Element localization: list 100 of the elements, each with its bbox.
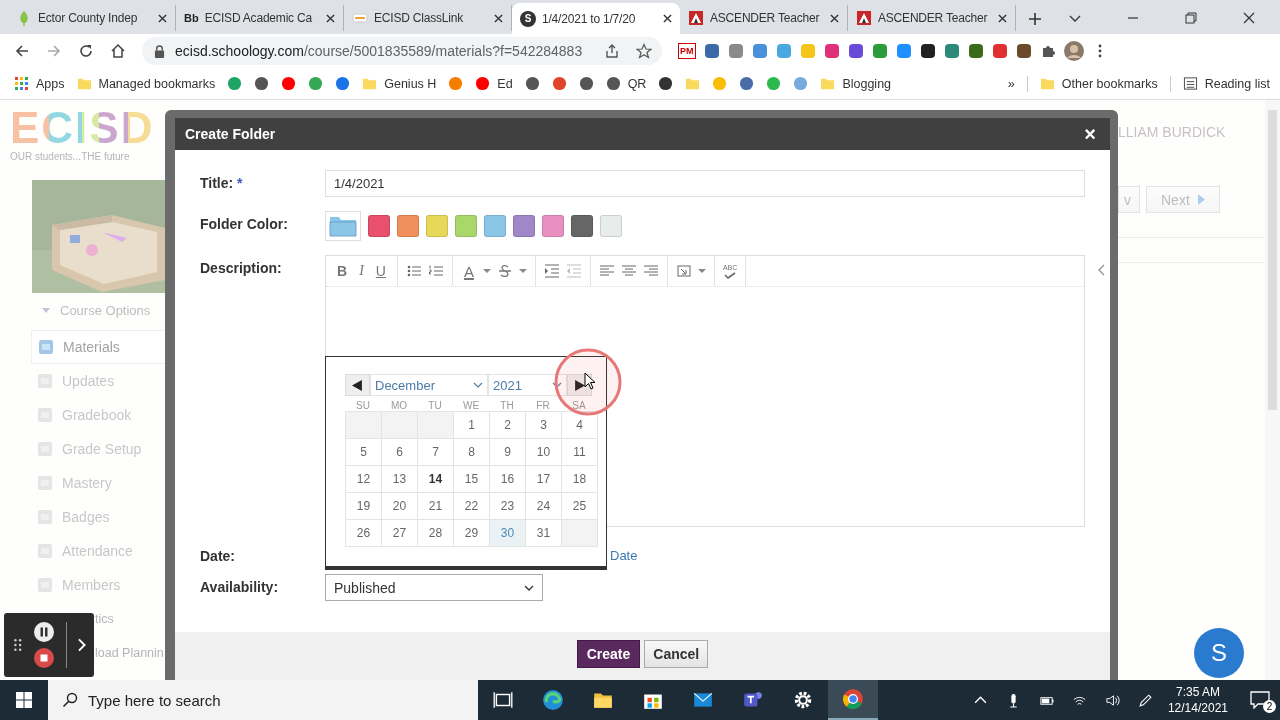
scrollbar[interactable] [1265, 100, 1280, 680]
calendar-day[interactable]: 14 [418, 466, 454, 493]
bookmark[interactable]: Ed [475, 76, 513, 91]
star-icon[interactable] [636, 43, 652, 59]
windows-logo-icon[interactable] [16, 692, 32, 708]
bookmark[interactable]: Blogging [820, 76, 892, 91]
bookmark[interactable]: QR [605, 76, 647, 91]
site-icon[interactable] [578, 76, 594, 91]
calendar-day[interactable]: 7 [418, 439, 454, 466]
bookmark[interactable]: Genius H [362, 76, 437, 91]
calendar-day[interactable]: 26 [346, 520, 382, 547]
font-color-button[interactable]: A [460, 262, 477, 280]
browser-tab[interactable]: ECISD ClassLink [344, 5, 512, 31]
site-icon[interactable] [524, 76, 540, 91]
calendar-day[interactable]: 18 [562, 466, 598, 493]
chevron-left-icon[interactable] [1098, 264, 1106, 276]
calendar-day[interactable]: 24 [526, 493, 562, 520]
indent-icon[interactable] [543, 263, 560, 279]
speaker-icon[interactable] [1104, 692, 1120, 708]
browser-tab[interactable]: Bb ECISD Academic Ca [176, 5, 344, 31]
format-button[interactable]: B [334, 263, 351, 279]
taskbar-search-field[interactable]: Type here to search [48, 680, 478, 720]
gear-icon[interactable] [792, 689, 814, 711]
close-icon[interactable] [158, 13, 167, 23]
close-button[interactable]: × [1080, 124, 1100, 144]
calendar-day[interactable]: 8 [454, 439, 490, 466]
share-icon[interactable] [604, 43, 620, 59]
pen-icon[interactable] [1137, 692, 1153, 708]
restore-icon[interactable] [1184, 11, 1198, 25]
calendar-day[interactable]: 21 [418, 493, 454, 520]
browser-tab[interactable]: ASCENDER Teacher [680, 5, 848, 31]
month-select[interactable]: December [370, 374, 488, 396]
bookmark[interactable]: Apps [14, 76, 65, 91]
color-swatch[interactable] [542, 215, 564, 237]
calendar-day[interactable]: 2 [490, 412, 526, 439]
color-swatch[interactable] [426, 215, 448, 237]
format-button[interactable]: U [372, 263, 389, 279]
drag-handle-icon[interactable] [14, 638, 22, 652]
calendar-day[interactable]: 16 [490, 466, 526, 493]
calendar-day[interactable]: 15 [454, 466, 490, 493]
color-swatch[interactable] [513, 215, 535, 237]
chevron-right-icon[interactable] [78, 638, 86, 652]
close-icon[interactable] [494, 13, 503, 23]
calendar-day[interactable]: 10 [526, 439, 562, 466]
bulleted-list-icon[interactable] [405, 263, 422, 279]
bookmark[interactable]: Reading list [1182, 76, 1270, 91]
calendar-day[interactable]: 19 [346, 493, 382, 520]
site-icon[interactable] [658, 76, 674, 91]
color-swatch[interactable] [600, 215, 622, 237]
close-icon[interactable] [998, 13, 1007, 23]
help-button[interactable]: S [1194, 628, 1244, 678]
calendar-day[interactable]: 1 [454, 412, 490, 439]
year-select[interactable]: 2021 [488, 374, 567, 396]
new-tab-icon[interactable] [1028, 12, 1042, 26]
color-swatch[interactable] [368, 215, 390, 237]
color-swatch[interactable] [325, 211, 361, 241]
caret-icon[interactable] [518, 268, 527, 274]
extension-icon[interactable] [919, 43, 936, 59]
back-icon[interactable] [14, 43, 30, 59]
extension-icon[interactable] [1015, 43, 1032, 59]
calendar-day[interactable]: 22 [454, 493, 490, 520]
home-icon[interactable] [110, 43, 126, 59]
reload-icon[interactable] [78, 43, 94, 59]
address-bar[interactable]: ecisd.schoology.com/course/5001835589/materials?f=542284883 [142, 37, 662, 65]
previous-month-button[interactable] [345, 374, 370, 396]
pause-icon[interactable] [33, 622, 54, 642]
close-icon[interactable] [830, 13, 839, 23]
color-swatch[interactable] [484, 215, 506, 237]
close-icon[interactable] [1242, 11, 1256, 25]
color-swatch[interactable] [455, 215, 477, 237]
color-swatch[interactable] [397, 215, 419, 237]
calendar-day[interactable]: 12 [346, 466, 382, 493]
close-icon[interactable] [663, 14, 672, 23]
add-date-link[interactable]: Date [610, 543, 638, 563]
browser-tab[interactable]: ASCENDER Teacher [848, 5, 1016, 31]
calendar-day[interactable]: 28 [418, 520, 454, 547]
calendar-day[interactable]: 4 [562, 412, 598, 439]
bookmark[interactable]: Managed bookmarks [76, 76, 216, 91]
more-bookmarks[interactable]: » [1007, 76, 1015, 91]
extension-icon[interactable] [967, 43, 984, 59]
site-icon[interactable] [254, 76, 270, 91]
calendar-day[interactable]: 5 [346, 439, 382, 466]
browser-tab[interactable]: S 1/4/2021 to 1/7/20 [512, 3, 680, 34]
caret-icon[interactable] [697, 268, 706, 274]
close-icon[interactable] [326, 13, 335, 23]
strikethrough-icon[interactable] [496, 263, 513, 279]
bookmark[interactable]: Other bookmarks [1039, 76, 1158, 91]
insert-icon[interactable] [675, 263, 692, 279]
color-swatch[interactable] [571, 215, 593, 237]
swirl-icon[interactable] [542, 689, 564, 711]
calendar-day[interactable]: 30 [490, 520, 526, 547]
avatar-icon[interactable] [1063, 41, 1084, 61]
availability-select[interactable]: Published [325, 574, 543, 601]
calendar-day[interactable]: 3 [526, 412, 562, 439]
caret-icon[interactable] [482, 268, 491, 274]
circle-logo-icon[interactable] [842, 688, 864, 710]
calendar-day[interactable]: 11 [562, 439, 598, 466]
calendar-day[interactable]: 9 [490, 439, 526, 466]
browser-tab[interactable]: Ector County Indep [8, 5, 176, 31]
calendar-day[interactable]: 27 [382, 520, 418, 547]
